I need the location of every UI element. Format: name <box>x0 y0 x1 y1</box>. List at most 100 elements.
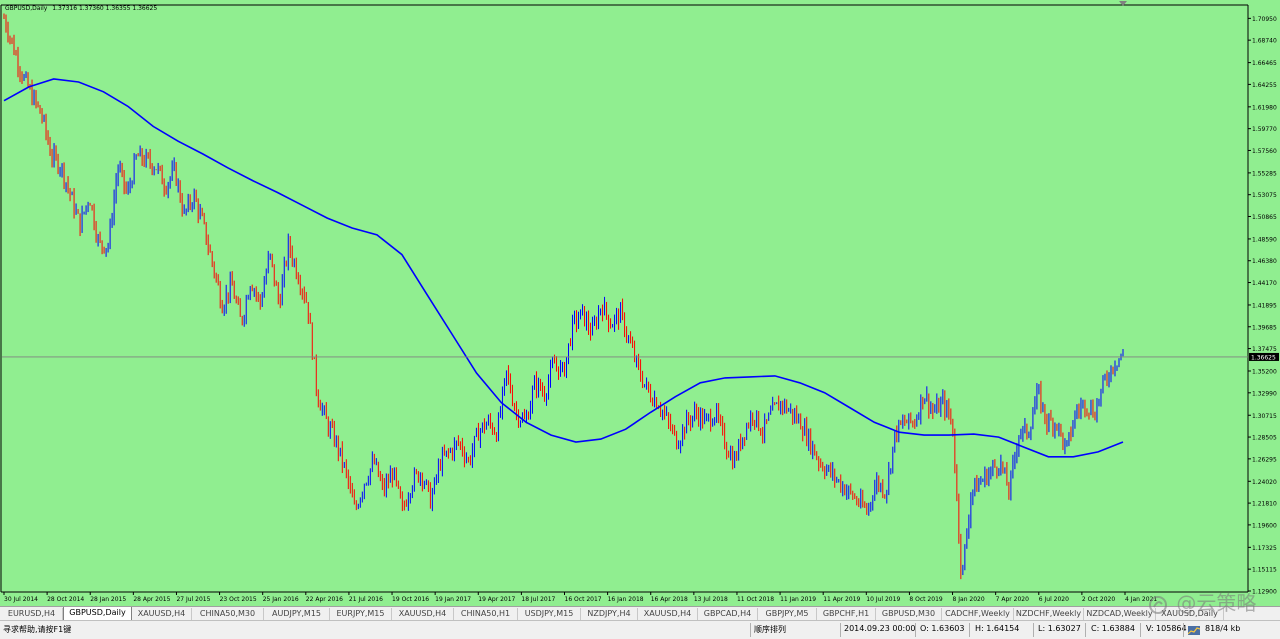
time-tick-label: 27 Jul 2015 <box>176 596 210 603</box>
chart-tab[interactable]: CHINA50,H1 <box>454 608 518 620</box>
chart-tab[interactable]: GBPUSD,Daily <box>63 607 132 621</box>
time-tick-label: 8 Jan 2020 <box>953 596 985 603</box>
time-tick-label: 19 Oct 2016 <box>392 596 429 603</box>
time-tick-label: 25 Jan 2016 <box>263 596 299 603</box>
time-tick-label: 21 Jul 2016 <box>349 596 383 603</box>
chart-tab[interactable]: EURJPY,M15 <box>330 608 392 620</box>
time-tick-label: 10 Jul 2019 <box>866 596 900 603</box>
price-tick-label: 1.53075 <box>1252 192 1277 199</box>
chart-tab[interactable]: XAUUSD,H4 <box>392 608 454 620</box>
price-tick-label: 1.55285 <box>1252 170 1277 177</box>
time-tick-label: 16 Jan 2018 <box>608 596 644 603</box>
status-high: H: 1.64154 <box>975 624 1020 633</box>
status-separator <box>750 623 751 637</box>
status-separator <box>1183 623 1184 637</box>
symbol-timeframe: GBPUSD,Daily <box>5 5 48 12</box>
price-tick-label: 1.68740 <box>1252 38 1277 45</box>
chart-tab[interactable]: CADCHF,Weekly <box>942 608 1014 620</box>
price-tick-label: 1.61980 <box>1252 104 1277 111</box>
chart-tab[interactable]: NZDJPY,H4 <box>581 608 638 620</box>
ohlc-readout: 1.37316 1.37360 1.36355 1.36625 <box>52 5 158 12</box>
price-tick-label: 1.37475 <box>1252 346 1277 353</box>
price-tick-label: 1.41895 <box>1252 302 1277 309</box>
status-volume: V: 105864 <box>1146 624 1187 633</box>
time-tick-label: 11 Jan 2019 <box>780 596 816 603</box>
price-tick-label: 1.26295 <box>1252 456 1277 463</box>
price-tick-label: 1.48590 <box>1252 236 1277 243</box>
price-tick-label: 1.28505 <box>1252 435 1277 442</box>
chart-tab[interactable]: NZDCAD,Weekly <box>1084 608 1156 620</box>
price-tick-label: 1.70950 <box>1252 16 1277 23</box>
status-help: 寻求帮助,请按F1键 <box>3 625 72 634</box>
time-tick-label: 18 Jul 2017 <box>521 596 555 603</box>
watermark-logo-icon <box>1149 595 1167 614</box>
price-tick-label: 1.57560 <box>1252 148 1277 155</box>
chart-tab[interactable]: XAUUSD,H4 <box>132 608 192 620</box>
chart-tab[interactable]: AUDJPY,M15 <box>264 608 330 620</box>
time-tick-label: 11 Apr 2019 <box>823 596 860 603</box>
status-profile[interactable]: 顺序排列 <box>754 624 786 635</box>
price-tick-label: 1.17325 <box>1252 545 1277 552</box>
price-tick-label: 1.24020 <box>1252 479 1277 486</box>
price-tick-label: 1.44170 <box>1252 280 1277 287</box>
watermark-text: @云策略 <box>1176 591 1257 615</box>
chart-header: GBPUSD,Daily 1.37316 1.37360 1.36355 1.3… <box>5 5 160 12</box>
price-tick-label: 1.39685 <box>1252 324 1277 331</box>
time-tick-label: 19 Jan 2017 <box>435 596 471 603</box>
status-close: C: 1.63884 <box>1091 624 1135 633</box>
time-tick-label: 23 Oct 2015 <box>220 596 257 603</box>
status-low: L: 1.63027 <box>1038 624 1081 633</box>
status-separator <box>1085 623 1086 637</box>
chart-tab-bar: EURUSD,H4 GBPUSD,Daily XAUUSD,H4 CHINA50,M3… <box>0 606 1280 621</box>
current-price-label: 1.36625 <box>1251 354 1276 361</box>
price-tick-label: 1.19600 <box>1252 522 1277 529</box>
price-tick-label: 1.15115 <box>1252 567 1277 574</box>
price-chart[interactable]: 1.70950 1.68740 1.66465 1.64255 1.61980 1.597… <box>0 0 1280 606</box>
status-datetime: 2014.09.23 00:00 <box>844 624 916 633</box>
chart-tab[interactable]: GBPJPY,M5 <box>758 608 817 620</box>
time-tick-label: 22 Apr 2016 <box>306 596 343 603</box>
price-tick-label: 1.59770 <box>1252 126 1277 133</box>
chart-tab[interactable]: GBPCHF,H1 <box>817 608 876 620</box>
chart-shift-marker-icon[interactable] <box>1119 0 1127 7</box>
status-separator <box>969 623 970 637</box>
time-tick-label: 28 Apr 2015 <box>133 596 170 603</box>
price-tick-label: 1.64255 <box>1252 82 1277 89</box>
status-traffic: 818/4 kb <box>1205 624 1241 633</box>
moving-average-line <box>3 78 1124 458</box>
time-tick-label: 7 Apr 2020 <box>996 596 1029 603</box>
chart-tab[interactable]: GBPUSD,M30 <box>876 608 942 620</box>
chart-tab[interactable]: USDJPY,M15 <box>518 608 581 620</box>
chart-tab[interactable]: XAUUSD,H4 <box>638 608 698 620</box>
price-tick-label: 1.32990 <box>1252 390 1277 397</box>
connection-status-icon <box>1188 626 1200 635</box>
status-separator <box>915 623 916 637</box>
price-tick-label: 1.35200 <box>1252 369 1277 376</box>
time-tick-label: 28 Oct 2014 <box>47 596 84 603</box>
time-tick-label: 28 Jan 2015 <box>90 596 126 603</box>
time-tick-label: 8 Oct 2019 <box>909 596 942 603</box>
price-tick-label: 1.30715 <box>1252 413 1277 420</box>
status-separator <box>840 623 841 637</box>
time-tick-label: 16 Oct 2017 <box>565 596 602 603</box>
time-tick-label: 6 Jul 2020 <box>1039 596 1069 603</box>
chart-tab[interactable]: NZDCHF,Weekly <box>1014 608 1084 620</box>
watermark: @云策略 <box>1148 587 1256 616</box>
price-tick-label: 1.50865 <box>1252 214 1277 221</box>
time-tick-label: 19 Apr 2017 <box>478 596 515 603</box>
status-open: O: 1.63603 <box>920 624 965 633</box>
chart-tab[interactable]: CHINA50,M30 <box>192 608 264 620</box>
status-separator <box>1140 623 1141 637</box>
time-tick-label: 2 Oct 2020 <box>1082 596 1115 603</box>
time-tick-label: 13 Jul 2018 <box>694 596 728 603</box>
price-tick-label: 1.66465 <box>1252 60 1277 67</box>
time-tick-label: 11 Oct 2018 <box>737 596 774 603</box>
price-tick-label: 1.46380 <box>1252 258 1277 265</box>
status-bar: 寻求帮助,请按F1键 顺序排列 2014.09.23 00:00 O: 1.63… <box>0 620 1280 639</box>
chart-window[interactable]: 1.70950 1.68740 1.66465 1.64255 1.61980 1.597… <box>0 0 1280 606</box>
time-tick-label: 30 Jul 2014 <box>4 596 38 603</box>
chart-tab[interactable]: GBPCAD,H4 <box>698 608 758 620</box>
time-tick-label: 16 Apr 2018 <box>651 596 688 603</box>
chart-tab[interactable]: EURUSD,H4 <box>1 608 63 620</box>
status-separator <box>1033 623 1034 637</box>
